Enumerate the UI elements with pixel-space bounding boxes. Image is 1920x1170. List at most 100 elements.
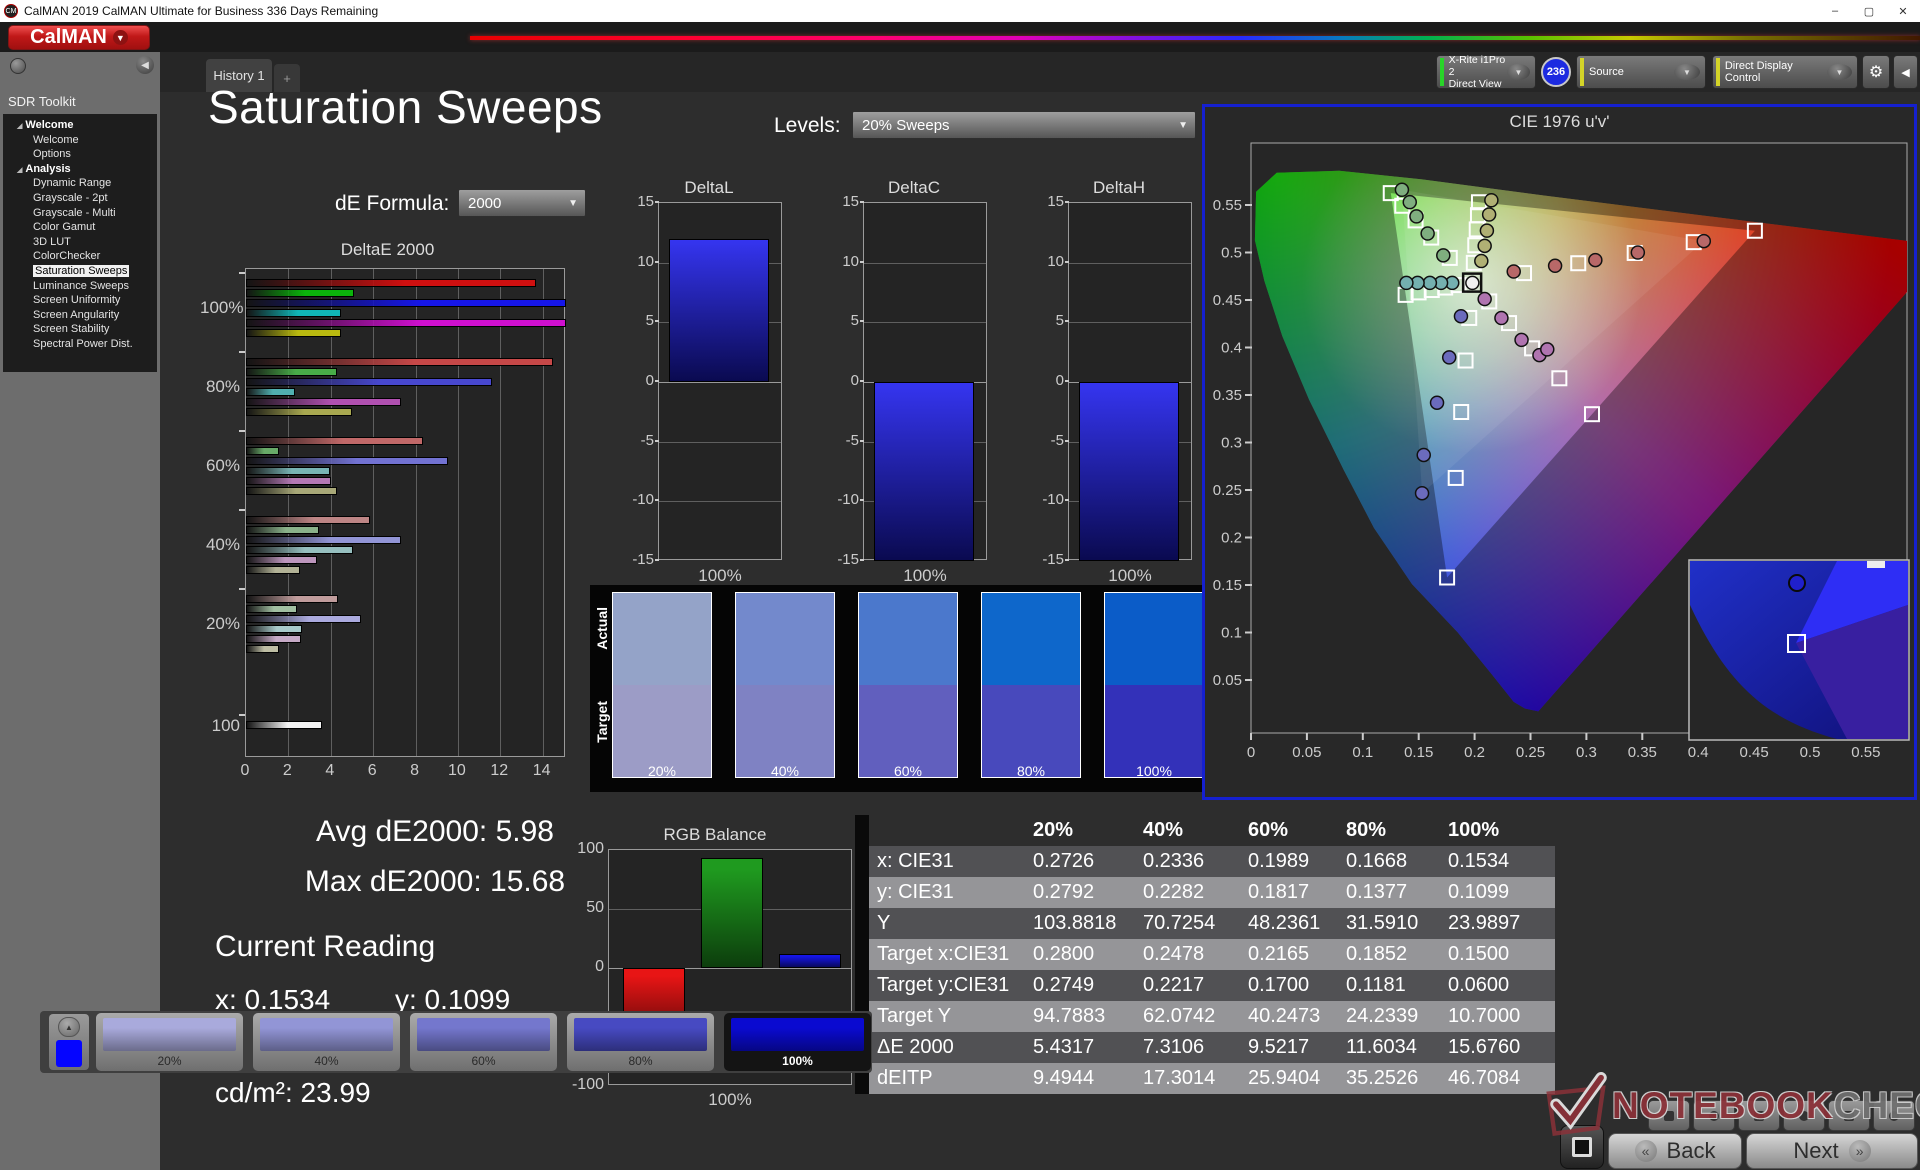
deltae-bar-60%-cyan <box>246 467 330 475</box>
sidebar-item-saturation-sweeps[interactable]: Saturation Sweeps <box>3 264 157 279</box>
svg-text:0.5: 0.5 <box>1221 245 1242 262</box>
deltae-bar-40%-blue <box>246 536 401 544</box>
deltae-xtick: 8 <box>410 762 419 779</box>
transport-button-3[interactable] <box>1738 1100 1780 1131</box>
sidebar-item-screen-stability[interactable]: Screen Stability <box>3 322 157 337</box>
svg-text:0.1: 0.1 <box>1352 744 1373 761</box>
svg-text:0.55: 0.55 <box>1213 197 1242 214</box>
next-chevron-icon: » <box>1848 1140 1871 1162</box>
formula-select[interactable]: 2000 ▼ <box>458 189 586 217</box>
calman-logo-button[interactable]: CalMAN ▼ <box>8 25 150 50</box>
sidebar-item-grayscale-multi[interactable]: Grayscale - Multi <box>3 206 157 221</box>
source-label: Source <box>1589 66 1624 78</box>
sidebar-item-luminance-sweeps[interactable]: Luminance Sweeps <box>3 279 157 294</box>
dl-chart-ytick: -15 <box>632 551 654 568</box>
deltae-bar-40%-yellow <box>246 566 301 574</box>
table-row-target-y-cie31: Target y:CIE31 0.2749 0.2217 0.1700 0.1181 0.… <box>855 970 1555 1001</box>
saturation-button-20%[interactable]: 20% <box>96 1013 243 1071</box>
deltae-bar-20%-red <box>246 595 339 603</box>
transport-button-2[interactable] <box>1693 1100 1735 1131</box>
back-button[interactable]: « Back <box>1608 1133 1742 1169</box>
swatch-column-label: 100% <box>1136 763 1172 779</box>
logo-dropdown-icon: ▼ <box>112 30 128 45</box>
deltac-chart: DeltaC 15 10 5 0 -5 -10 -15 100% <box>833 178 995 593</box>
deltae-bar-100%-green <box>246 289 355 297</box>
cie-measured-yellow <box>1481 207 1497 222</box>
saturation-chip <box>260 1018 393 1051</box>
saturation-label: 60% <box>471 1054 496 1068</box>
window-titlebar: CM CalMAN 2019 CalMAN Ultimate for Busin… <box>0 0 1920 22</box>
table-header-80%: 80% <box>1346 819 1387 841</box>
deltae-xtick: 2 <box>282 762 292 779</box>
deltah-chart: DeltaH 15 10 5 0 -5 -10 -15 100% <box>1038 178 1200 593</box>
sidebar-collapse-icon[interactable]: ◀ <box>136 56 154 74</box>
sidebar-item-welcome[interactable]: ◢ Welcome <box>3 118 157 133</box>
formula-value: 2000 <box>468 194 502 212</box>
saturation-button-40%[interactable]: 40% <box>253 1013 400 1071</box>
sidebar-item-dynamic-range[interactable]: Dynamic Range <box>3 176 157 191</box>
cie-1976-panel: CIE 1976 u'v' 0.55 0.5 0.45 0.4 0.35 0.3… <box>1202 104 1917 800</box>
sidebar-item-screen-angularity[interactable]: Screen Angularity <box>3 308 157 323</box>
source-dropdown-icon: ▼ <box>1674 64 1700 80</box>
panel-collapse-button[interactable]: ◀ <box>1893 55 1918 89</box>
sidebar-item-colorchecker[interactable]: ColorChecker <box>3 249 157 264</box>
maximize-button[interactable]: ▢ <box>1852 0 1886 22</box>
sidebar-item-options[interactable]: Options <box>3 147 157 162</box>
sidebar-item-analysis[interactable]: ◢ Analysis <box>3 162 157 177</box>
saturation-button-80%[interactable]: 80% <box>567 1013 714 1071</box>
current-reading-heading: Current Reading <box>215 930 436 963</box>
svg-text:0.4: 0.4 <box>1688 744 1709 761</box>
transport-button-1[interactable] <box>1648 1100 1690 1131</box>
table-cell: 0.1852 <box>1346 943 1408 965</box>
settings-button[interactable]: ⚙ <box>1862 55 1890 89</box>
table-cell: 0.1817 <box>1248 881 1310 903</box>
table-cell: 48.2361 <box>1248 912 1321 934</box>
sidebar-item-3d-lut[interactable]: 3D LUT <box>3 235 157 250</box>
dh-chart-ytick: 10 <box>1047 252 1064 270</box>
table-cell: 0.2749 <box>1033 974 1095 996</box>
table-header-20%: 20% <box>1033 819 1074 841</box>
transport-button-4[interactable] <box>1783 1100 1825 1131</box>
minimize-button[interactable]: – <box>1818 0 1852 22</box>
calman-logo-text: CalMAN <box>30 26 107 48</box>
cie-measured-blue <box>1453 308 1469 324</box>
meter-select[interactable]: X-Rite i1Pro 2 Direct View ▼ <box>1436 54 1536 90</box>
cie-measured-magenta <box>1540 342 1555 357</box>
cie-measured-green <box>1436 248 1451 263</box>
swatch-column-60% <box>858 592 958 778</box>
display-control-select[interactable]: Direct Display Control ▼ <box>1712 55 1858 89</box>
saturation-button-100%[interactable]: 100% <box>724 1013 871 1071</box>
close-button[interactable]: ✕ <box>1886 0 1920 22</box>
transport-button-5[interactable] <box>1828 1100 1870 1131</box>
saturation-chip <box>103 1018 236 1051</box>
deltae-xtick: 0 <box>240 762 250 779</box>
sidebar-item-spectral-power-dist-[interactable]: Spectral Power Dist. <box>3 337 157 352</box>
rainbow-strip <box>470 36 1920 40</box>
svg-text:0.3: 0.3 <box>1576 744 1597 761</box>
sidebar-item-welcome[interactable]: Welcome <box>3 133 157 148</box>
main-content: Saturation Sweeps Levels: 20% Sweeps ▼ d… <box>160 81 1920 1170</box>
transport-button-6[interactable] <box>1873 1100 1915 1131</box>
stop-button[interactable] <box>1560 1125 1604 1169</box>
sidebar-item-grayscale-2pt[interactable]: Grayscale - 2pt <box>3 191 157 206</box>
source-select[interactable]: Source ▼ <box>1576 55 1706 89</box>
deltae-bar-80%-magenta <box>246 398 401 406</box>
meter-count-badge[interactable]: 236 <box>1541 57 1571 87</box>
table-row-label: Target x:CIE31 <box>877 943 1010 965</box>
collapse-up-button[interactable]: ▲ <box>58 1017 80 1037</box>
workflow-dot-button[interactable] <box>10 58 26 74</box>
saturation-button-60%[interactable]: 60% <box>410 1013 557 1071</box>
sidebar-item-screen-uniformity[interactable]: Screen Uniformity <box>3 293 157 308</box>
svg-text:0.25: 0.25 <box>1516 744 1545 761</box>
sidebar-item-label: Analysis <box>25 162 71 175</box>
cie-measured-white <box>1465 275 1480 291</box>
sidebar-item-color-gamut[interactable]: Color Gamut <box>3 220 157 235</box>
table-row-target-x-cie31: Target x:CIE31 0.2800 0.2478 0.2165 0.1852 0.… <box>855 939 1555 970</box>
svg-text:0.45: 0.45 <box>1213 292 1242 309</box>
table-cell: 0.1668 <box>1346 850 1408 872</box>
rgb-ytick: 50 <box>586 899 604 916</box>
levels-select[interactable]: 20% Sweeps ▼ <box>852 111 1196 139</box>
table-cell: 0.1181 <box>1346 974 1406 996</box>
next-button[interactable]: Next » <box>1746 1133 1918 1169</box>
sidebar-item-label: Screen Uniformity <box>33 294 121 307</box>
